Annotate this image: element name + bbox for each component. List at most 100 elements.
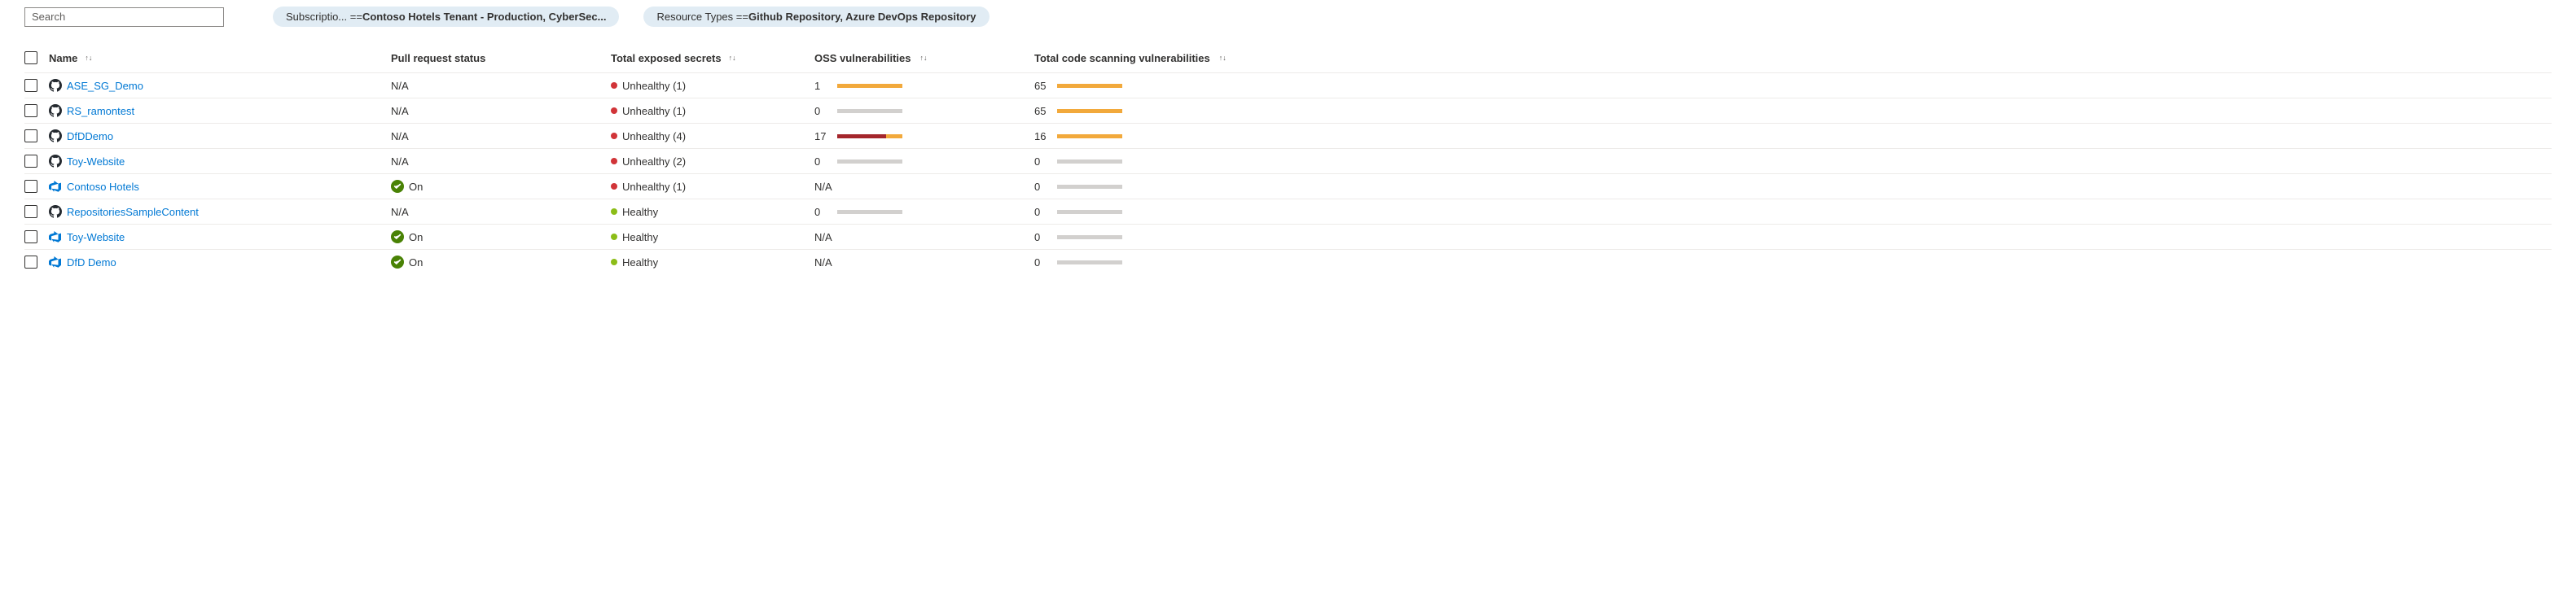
code-vuln-bar [1057,260,1122,264]
code-vuln-bar [1057,185,1122,189]
pr-status-label: N/A [391,80,409,92]
filter-prefix: Resource Types == [656,11,748,23]
oss-vuln-bar [837,159,902,164]
oss-vuln-count: N/A [814,256,832,269]
github-icon [49,79,62,92]
table-row: Contoso HotelsOnUnhealthy (1)N/A0 [24,173,2552,199]
sort-icon: ↑↓ [729,56,736,60]
table-row: Toy-WebsiteOnHealthyN/A0 [24,224,2552,249]
pr-status-label: N/A [391,155,409,168]
column-header-name[interactable]: Name ↑↓ [49,52,391,64]
unhealthy-status-icon [611,107,617,114]
column-header-secrets[interactable]: Total exposed secrets ↑↓ [611,52,814,64]
table-header: Name ↑↓ Pull request status Total expose… [24,43,2552,72]
oss-vuln-bar [837,109,902,113]
table-row: ASE_SG_DemoN/AUnhealthy (1)165 [24,72,2552,98]
row-checkbox[interactable] [24,256,37,269]
secrets-status-label: Unhealthy (1) [622,105,686,117]
github-icon [49,104,62,117]
oss-vuln-count: 17 [814,130,831,142]
row-checkbox[interactable] [24,104,37,117]
repository-link[interactable]: RS_ramontest [67,105,134,117]
repositories-table: Name ↑↓ Pull request status Total expose… [24,43,2552,274]
healthy-status-icon [611,234,617,240]
unhealthy-status-icon [611,183,617,190]
github-icon [49,155,62,168]
oss-vuln-count: 0 [814,206,831,218]
filter-prefix: Subscriptio... == [286,11,362,23]
column-header-oss[interactable]: OSS vulnerabilities ↑↓ [814,52,1034,64]
code-vuln-count: 16 [1034,130,1051,142]
code-vuln-count: 0 [1034,231,1051,243]
pr-status-label: On [409,256,423,269]
secrets-status-label: Unhealthy (2) [622,155,686,168]
repository-link[interactable]: Contoso Hotels [67,181,139,193]
row-checkbox[interactable] [24,129,37,142]
oss-vuln-count: 1 [814,80,831,92]
healthy-status-icon [611,208,617,215]
row-checkbox[interactable] [24,155,37,168]
row-checkbox[interactable] [24,79,37,92]
oss-vuln-bar [837,134,902,138]
unhealthy-status-icon [611,158,617,164]
secrets-status-label: Healthy [622,206,658,218]
search-input[interactable] [24,7,224,27]
row-checkbox[interactable] [24,180,37,193]
table-row: DfD DemoOnHealthyN/A0 [24,249,2552,274]
healthy-status-icon [611,259,617,265]
pr-status-label: N/A [391,206,409,218]
repository-link[interactable]: Toy-Website [67,155,125,168]
check-circle-icon [391,180,404,193]
row-checkbox[interactable] [24,205,37,218]
pr-status-label: On [409,231,423,243]
unhealthy-status-icon [611,133,617,139]
oss-vuln-bar [837,210,902,214]
code-vuln-bar [1057,134,1122,138]
code-vuln-count: 0 [1034,206,1051,218]
filter-pill[interactable]: Subscriptio... == Contoso Hotels Tenant … [273,7,619,27]
pr-status-label: N/A [391,130,409,142]
filter-bar: Subscriptio... == Contoso Hotels Tenant … [24,7,2552,27]
oss-vuln-count: N/A [814,231,832,243]
check-circle-icon [391,256,404,269]
column-header-code-scanning[interactable]: Total code scanning vulnerabilities ↑↓ [1034,52,1254,64]
filter-value: Contoso Hotels Tenant - Production, Cybe… [362,11,607,23]
sort-icon: ↑↓ [920,56,928,60]
secrets-status-label: Unhealthy (4) [622,130,686,142]
table-row: DfDDemo N/A Unhealthy (4) 17 16 [24,123,2552,148]
azure-devops-icon [49,180,62,193]
code-vuln-bar [1057,109,1122,113]
secrets-status-label: Healthy [622,256,658,269]
pr-status-label: On [409,181,423,193]
row-checkbox[interactable] [24,230,37,243]
oss-vuln-count: N/A [814,181,832,193]
repository-link[interactable]: ASE_SG_Demo [67,80,143,92]
code-vuln-bar [1057,159,1122,164]
oss-vuln-bar [837,84,902,88]
table-row: RepositoriesSampleContent N/A Healthy 0 0 [24,199,2552,224]
repository-link[interactable]: DfDDemo [67,130,113,142]
filter-pill[interactable]: Resource Types == Github Repository, Azu… [643,7,989,27]
azure-devops-icon [49,230,62,243]
repository-link[interactable]: RepositoriesSampleContent [67,206,199,218]
repository-link[interactable]: DfD Demo [67,256,116,269]
column-header-pr-status[interactable]: Pull request status [391,52,611,64]
filter-value: Github Repository, Azure DevOps Reposito… [748,11,976,23]
pr-status-label: N/A [391,105,409,117]
unhealthy-status-icon [611,82,617,89]
github-icon [49,205,62,218]
code-vuln-bar [1057,235,1122,239]
azure-devops-icon [49,256,62,269]
code-vuln-count: 65 [1034,80,1051,92]
select-all-checkbox[interactable] [24,51,37,64]
github-icon [49,129,62,142]
oss-vuln-count: 0 [814,105,831,117]
code-vuln-bar [1057,210,1122,214]
sort-icon: ↑↓ [85,56,92,60]
code-vuln-count: 65 [1034,105,1051,117]
code-vuln-bar [1057,84,1122,88]
repository-link[interactable]: Toy-Website [67,231,125,243]
sort-icon: ↑↓ [1219,56,1227,60]
table-row: RS_ramontest N/A Unhealthy (1) 0 65 [24,98,2552,123]
secrets-status-label: Unhealthy (1) [622,181,686,193]
